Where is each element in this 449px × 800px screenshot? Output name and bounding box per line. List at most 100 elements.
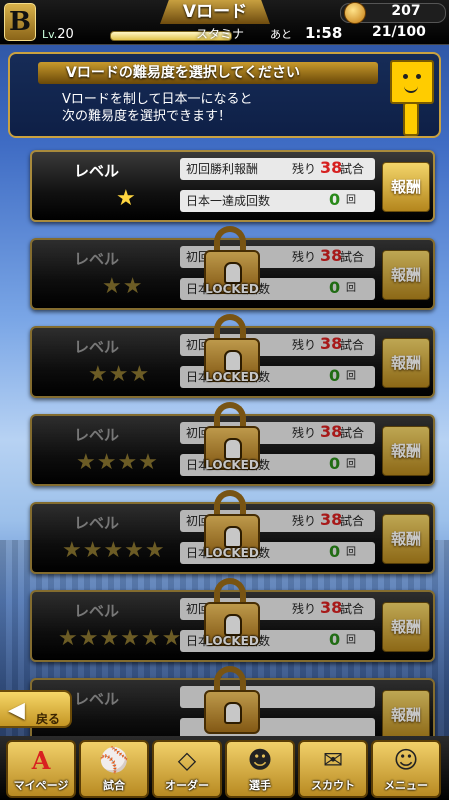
- stamina-timer: 1:58: [305, 24, 343, 42]
- remaining-label: 残り: [292, 338, 317, 352]
- championship-count-unit: 回: [346, 635, 356, 646]
- mascot-body: [403, 102, 419, 136]
- level-label: レベル: [74, 514, 120, 532]
- remaining-games-value: 38: [320, 598, 343, 617]
- remaining-games-unit: 試合: [340, 338, 365, 352]
- remaining-games-value: 38: [320, 510, 343, 529]
- coin-icon: [344, 2, 366, 24]
- championship-label: 日本一達成回数: [186, 194, 271, 208]
- player-level: Lv.20: [42, 27, 74, 42]
- remaining-games-unit: 試合: [340, 602, 365, 616]
- nav-icon: ⚾: [99, 746, 129, 774]
- championship-count-unit: 回: [346, 547, 356, 558]
- level-label: レベル: [74, 426, 120, 444]
- nav-icon: ◇: [177, 746, 197, 774]
- locked-label: LOCKED: [205, 546, 259, 560]
- level-label: レベル: [74, 602, 120, 620]
- difficulty-stars-icon: ★: [116, 186, 137, 211]
- remaining-games-unit: 試合: [340, 162, 365, 176]
- first-win-reward-row: 初回勝利報酬 残り 38 試合: [180, 158, 375, 180]
- level-card[interactable]: レベル ★★ 初回勝利報酬 残り 38 試合 日本一達成回数 0 回 報酬 LO…: [30, 226, 435, 310]
- nav-players-button[interactable]: ☻ 選手: [225, 740, 295, 798]
- reward-button[interactable]: 報酬: [382, 690, 430, 740]
- first-win-label: 初回勝利報酬: [186, 162, 259, 176]
- difficulty-stars-icon: ★★★★: [76, 450, 159, 475]
- championship-count-unit: 回: [346, 195, 356, 206]
- lock-icon: LOCKED: [204, 226, 260, 306]
- nav-label: スカウト: [311, 779, 355, 792]
- remaining-games-value: 38: [320, 334, 343, 353]
- locked-label: LOCKED: [205, 370, 259, 384]
- level-label: レベル: [74, 162, 120, 180]
- nav-mypage-button[interactable]: A マイページ: [6, 740, 76, 798]
- reward-button[interactable]: 報酬: [382, 162, 430, 212]
- nav-scout-button[interactable]: ✉ スカウト: [298, 740, 368, 798]
- level-label: レベル: [74, 690, 120, 708]
- championship-count-value: 0: [329, 190, 341, 209]
- championship-count-unit: 回: [346, 459, 356, 470]
- back-label: 戻る: [36, 712, 61, 726]
- instruction-description: Vロードを制して日本一になると 次の難易度を選択できます！: [62, 92, 253, 124]
- remaining-games-unit: 試合: [340, 250, 365, 264]
- remaining-label: 残り: [292, 514, 317, 528]
- remaining-label: 残り: [292, 602, 317, 616]
- remaining-label: 残り: [292, 426, 317, 440]
- level-prefix: Lv.: [42, 28, 58, 41]
- stamina-count: 21/100: [372, 24, 426, 40]
- level-card[interactable]: レベル ★★★★★ 初回勝利報酬 残り 38 試合 日本一達成回数 0 回 報酬…: [30, 490, 435, 574]
- lock-icon: LOCKED: [204, 314, 260, 394]
- nav-label: 選手: [249, 779, 271, 792]
- level-card[interactable]: レベル ★★★★ 初回勝利報酬 残り 38 試合 日本一達成回数 0 回 報酬 …: [30, 402, 435, 486]
- nav-order-button[interactable]: ◇ オーダー: [152, 740, 222, 798]
- difficulty-stars-icon: ★★: [102, 274, 144, 299]
- reward-button[interactable]: 報酬: [382, 338, 430, 388]
- difficulty-stars-icon: ★★★★★: [62, 538, 166, 563]
- back-arrow-icon: ◀: [8, 698, 25, 723]
- coin-count: 207: [391, 3, 421, 19]
- back-button[interactable]: ◀ 戻る: [0, 690, 72, 728]
- level-card[interactable]: レベル ★★★★★★ 初回勝利報酬 残り 38 試合 日本一達成回数 0 回 報…: [30, 578, 435, 662]
- level-card[interactable]: レベル ★ 初回勝利報酬 残り 38 試合 日本一達成回数 0 回 報酬: [30, 150, 435, 222]
- championship-count-unit: 回: [346, 371, 356, 382]
- difficulty-stars-icon: ★★★★★★: [58, 626, 183, 651]
- lock-icon: LOCKED: [204, 578, 260, 658]
- level-value: 20: [57, 27, 74, 42]
- reward-button[interactable]: 報酬: [382, 426, 430, 476]
- remaining-label: 残り: [292, 162, 317, 176]
- screen-title: Vロード: [160, 0, 270, 24]
- nav-menu-button[interactable]: ☺ メニュー: [371, 740, 441, 798]
- championship-count-value: 0: [329, 454, 341, 473]
- reward-button[interactable]: 報酬: [382, 250, 430, 300]
- championship-count-value: 0: [329, 630, 341, 649]
- lock-icon: [204, 666, 260, 746]
- reward-button[interactable]: 報酬: [382, 602, 430, 652]
- championship-count-row: 日本一達成回数 0 回: [180, 190, 375, 212]
- nav-icon: A: [31, 746, 51, 775]
- remaining-games-value: 38: [320, 158, 343, 177]
- remaining-games-value: 38: [320, 246, 343, 265]
- nav-icon: ✉: [322, 746, 344, 774]
- instruction-panel: Vロードの難易度を選択してください Vロードを制して日本一になると 次の難易度を…: [8, 52, 441, 138]
- locked-label: LOCKED: [205, 634, 259, 648]
- championship-count-value: 0: [329, 278, 341, 297]
- nav-label: 試合: [103, 779, 125, 792]
- time-remaining-label: あと: [270, 28, 292, 41]
- nav-label: マイページ: [13, 779, 69, 792]
- lock-icon: LOCKED: [204, 402, 260, 482]
- instruction-title: Vロードの難易度を選択してください: [38, 62, 378, 84]
- championship-count-unit: 回: [346, 283, 356, 294]
- championship-count-value: 0: [329, 366, 341, 385]
- remaining-games-unit: 試合: [340, 426, 365, 440]
- stamina-label: スタミナ: [196, 27, 245, 41]
- lock-icon: LOCKED: [204, 490, 260, 570]
- locked-label: LOCKED: [205, 282, 259, 296]
- level-label: レベル: [74, 338, 120, 356]
- nav-icon: ☺: [393, 746, 419, 774]
- nav-label: オーダー: [165, 779, 209, 792]
- nav-label: メニュー: [384, 779, 428, 792]
- level-card[interactable]: レベル ★★★ 初回勝利報酬 残り 38 試合 日本一達成回数 0 回 報酬 L…: [30, 314, 435, 398]
- championship-count-value: 0: [329, 542, 341, 561]
- nav-icon: ☻: [247, 746, 273, 774]
- reward-button[interactable]: 報酬: [382, 514, 430, 564]
- nav-game-button[interactable]: ⚾ 試合: [79, 740, 149, 798]
